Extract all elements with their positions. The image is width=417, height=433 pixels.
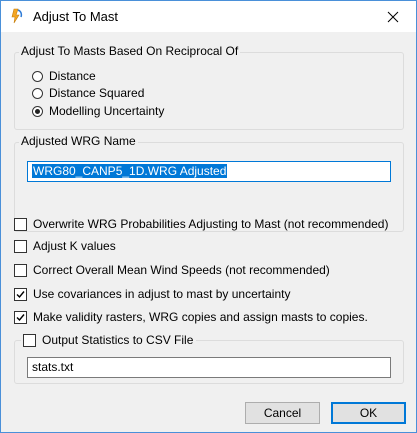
checkbox-use-covariances-box[interactable] [14,287,27,301]
window-title: Adjust To Mast [33,9,119,24]
radio-distance-indicator[interactable] [32,70,43,82]
checkbox-correct-mean-wind[interactable]: Correct Overall Mean Wind Speeds (not re… [14,263,330,277]
wrg-name-input[interactable]: WRG80_CANP5_1D.WRG Adjusted [27,161,391,182]
checkbox-make-validity-rasters[interactable]: Make validity rasters, WRG copies and as… [14,310,368,324]
stats-file-value: stats.txt [32,360,74,374]
checkbox-adjust-k-box[interactable] [14,239,27,253]
title-bar[interactable]: Adjust To Mast [1,1,416,32]
radio-distance-label: Distance [49,69,96,83]
checkbox-output-statistics-label: Output Statistics to CSV File [42,333,194,347]
checkbox-use-covariances-label: Use covariances in adjust to mast by unc… [33,287,291,301]
stats-file-input[interactable]: stats.txt [27,357,391,378]
close-icon [387,11,399,22]
ok-button[interactable]: OK [331,402,406,424]
radio-distance-squared-label: Distance Squared [49,86,145,100]
checkbox-output-statistics[interactable]: Output Statistics to CSV File [21,333,197,347]
checkbox-correct-mean-wind-box[interactable] [14,263,27,277]
checkbox-make-validity-rasters-label: Make validity rasters, WRG copies and as… [33,310,368,324]
checkbox-make-validity-rasters-box[interactable] [14,310,27,324]
radio-modelling-uncertainty-label: Modelling Uncertainty [49,104,165,118]
checkbox-overwrite-probabilities-box[interactable] [14,217,27,231]
checkbox-adjust-k[interactable]: Adjust K values [14,239,116,253]
radio-modelling-uncertainty-indicator[interactable] [32,105,43,117]
reciprocal-group-title: Adjust To Masts Based On Reciprocal Of [19,44,241,58]
checkbox-use-covariances[interactable]: Use covariances in adjust to mast by unc… [14,287,290,301]
radio-distance-squared-indicator[interactable] [32,87,43,99]
radio-distance[interactable]: Distance [32,69,96,83]
cancel-button[interactable]: Cancel [245,402,320,424]
radio-distance-squared[interactable]: Distance Squared [32,86,144,100]
dialog-window: Adjust To Mast Adjust To Masts Based On … [0,0,417,433]
checkbox-adjust-k-label: Adjust K values [33,239,116,253]
app-logo-icon [11,8,23,24]
checkbox-overwrite-probabilities-label: Overwrite WRG Probabilities Adjusting to… [33,217,389,231]
wrg-name-group-title: Adjusted WRG Name [19,134,138,148]
radio-modelling-uncertainty[interactable]: Modelling Uncertainty [32,104,164,118]
close-button[interactable] [370,1,416,32]
checkbox-correct-mean-wind-label: Correct Overall Mean Wind Speeds (not re… [33,263,330,277]
checkbox-output-statistics-box[interactable] [23,333,36,347]
checkmark-icon [16,290,25,298]
checkmark-icon [16,313,25,321]
checkbox-overwrite-probabilities[interactable]: Overwrite WRG Probabilities Adjusting to… [14,217,388,231]
dialog-body: Adjust To Masts Based On Reciprocal Of D… [1,32,416,432]
wrg-name-value: WRG80_CANP5_1D.WRG Adjusted [32,164,228,178]
